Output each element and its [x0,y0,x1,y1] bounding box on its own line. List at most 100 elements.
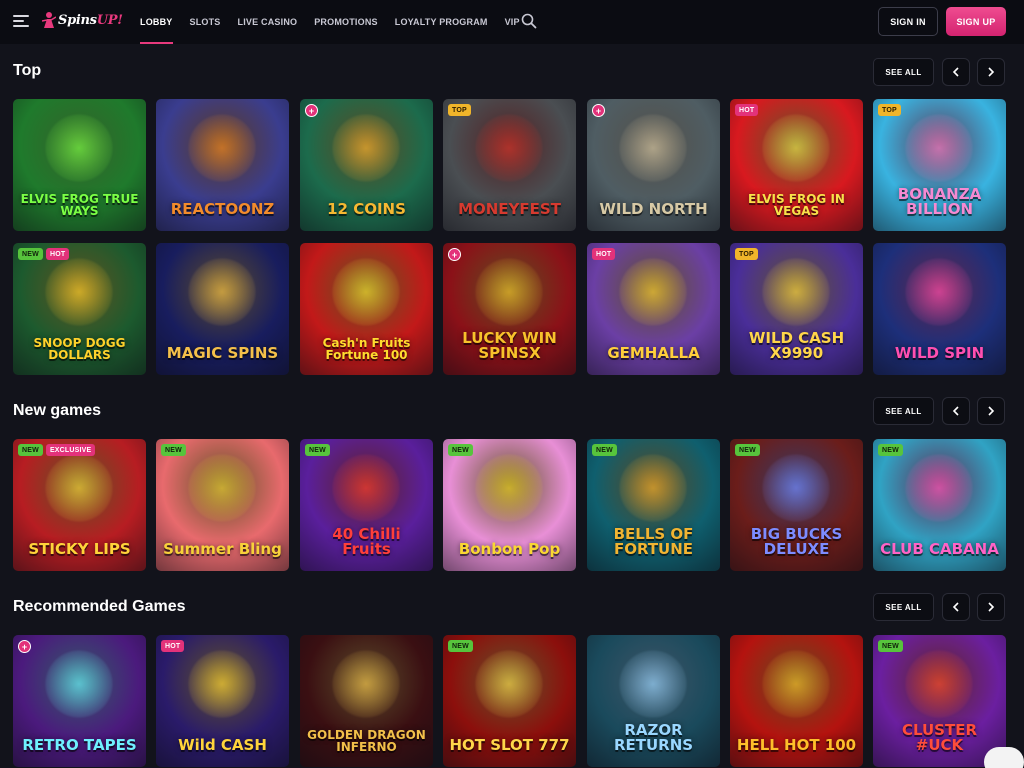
game-title: Cash'n Fruits Fortune 100 [322,336,411,362]
game-title: SNOOP DOGG DOLLARS [33,336,126,362]
game-tile-sticky-lips[interactable]: STICKY LIPS NEW EXCLUSIVE [13,439,146,571]
game-title: BONANZA BILLION [897,185,982,218]
see-all-button-top[interactable]: SEE ALL [873,58,934,86]
badge-new: NEW [878,444,903,456]
game-tile-bonbon-pop[interactable]: Bonbon Pop NEW [443,439,576,571]
game-title: MAGIC SPINS [166,344,279,362]
badge-hot: HOT [592,248,616,260]
chevron-left-icon [952,406,959,416]
prev-arrow-new-games[interactable] [942,397,970,425]
game-artwork [187,649,257,719]
badge-group: HOT [592,248,616,260]
game-tile-cluster-uck[interactable]: CLUSTER #UCK NEW [873,635,1006,767]
nav-loyalty-program[interactable]: LOYALTY PROGRAM [395,0,488,44]
game-tile-wild-spin[interactable]: WILD SPIN [873,243,1006,375]
badge-group: NEW [878,444,903,456]
game-tile-lucky-win-spinsx[interactable]: LUCKY WIN SPINSX + [443,243,576,375]
game-artwork [44,257,114,327]
game-tile-big-bucks-deluxe[interactable]: BIG BUCKS DELUXE NEW [730,439,863,571]
plus-badge-icon: + [18,640,31,653]
logo-text-up: UP! [96,12,123,28]
game-artwork [331,257,401,327]
game-artwork [474,257,544,327]
game-tile-bells-of-fortune[interactable]: BELLS OF FORTUNE NEW [587,439,720,571]
game-tile-magic-spins[interactable]: MAGIC SPINS [156,243,289,375]
badge-new: NEW [18,444,43,456]
game-artwork [904,649,974,719]
game-tile-cash-n-fruits-fortune-100[interactable]: Cash'n Fruits Fortune 100 [300,243,433,375]
game-title: GOLDEN DRAGON INFERNO [307,728,426,754]
game-title: LUCKY WIN SPINSX [462,329,557,362]
game-tile-40-chilli-fruits[interactable]: 40 Chilli Fruits NEW [300,439,433,571]
game-tile-12-coins[interactable]: 12 COINS + [300,99,433,231]
game-title: RETRO TAPES [22,736,137,754]
game-title: ELVIS FROG TRUE WAYS [20,192,139,218]
search-icon[interactable] [521,13,537,29]
nav-lobby[interactable]: LOBBY [140,0,173,44]
badge-new: NEW [592,444,617,456]
section-title-new-games: New games [13,402,102,419]
top-header: SpinsUP! LOBBY SLOTS LIVE CASINO PROMOTI… [0,0,1024,44]
game-tile-bonanza-billion[interactable]: BONANZA BILLION TOP [873,99,1006,231]
game-tile-hot-slot-777[interactable]: HOT SLOT 777 NEW [443,635,576,767]
game-tile-summer-bling[interactable]: Summer Bling NEW [156,439,289,571]
game-tile-club-cabana[interactable]: CLUB CABANA NEW [873,439,1006,571]
game-artwork [618,257,688,327]
game-artwork [761,649,831,719]
game-title: GEMHALLA [607,344,700,362]
badge-hot: HOT [45,248,70,260]
game-tile-elvis-frog-true-ways[interactable]: ELVIS FROG TRUE WAYS [13,99,146,231]
see-all-button-recommended-games[interactable]: SEE ALL [873,593,934,621]
badge-group: NEW [448,444,473,456]
game-tile-retro-tapes[interactable]: RETRO TAPES + [13,635,146,767]
next-arrow-recommended-games[interactable] [977,593,1005,621]
prev-arrow-recommended-games[interactable] [942,593,970,621]
logo-figure-icon [41,11,57,29]
nav-live-casino[interactable]: LIVE CASINO [238,0,298,44]
nav-vip[interactable]: VIP [505,0,520,44]
game-title: REACTOONZ [170,200,275,218]
game-artwork [618,649,688,719]
section-title-recommended-games: Recommended Games [13,598,186,615]
nav-slots[interactable]: SLOTS [190,0,221,44]
badge-top: TOP [448,104,471,116]
plus-badge-icon: + [592,104,605,117]
game-title: 12 COINS [327,200,406,218]
badge-top: TOP [878,104,901,116]
game-artwork [474,113,544,183]
game-tile-snoop-dogg-dollars[interactable]: SNOOP DOGG DOLLARS NEW HOT [13,243,146,375]
badge-group: TOP [878,104,901,116]
game-tile-moneyfest[interactable]: MONEYFEST TOP [443,99,576,231]
badge-group: NEW [592,444,617,456]
sign-up-button[interactable]: SIGN UP [946,7,1006,36]
game-tile-wild-cash-x9990[interactable]: WILD CASH X9990 TOP [730,243,863,375]
game-title: HOT SLOT 777 [449,736,570,754]
game-tile-gemhalla[interactable]: GEMHALLA HOT [587,243,720,375]
game-tile-reactoonz[interactable]: REACTOONZ [156,99,289,231]
game-artwork [187,257,257,327]
hamburger-menu-icon[interactable] [13,15,29,28]
game-title: WILD CASH X9990 [748,329,845,362]
chevron-left-icon [952,67,959,77]
game-tile-razor-returns[interactable]: RAZOR RETURNS [587,635,720,767]
game-title: HELL HOT 100 [736,736,857,754]
game-artwork [904,453,974,523]
game-tile-golden-dragon-inferno[interactable]: GOLDEN DRAGON INFERNO [300,635,433,767]
badge-group: NEW [305,444,330,456]
game-tile-wild-cash[interactable]: Wild CASH HOT [156,635,289,767]
badge-new: NEW [161,444,186,456]
game-tile-wild-north[interactable]: WILD NORTH + [587,99,720,231]
see-all-button-new-games[interactable]: SEE ALL [873,397,934,425]
badge-group: NEW [878,640,903,652]
section-title-top: Top [13,62,42,79]
nav-promotions[interactable]: PROMOTIONS [314,0,378,44]
sign-in-button[interactable]: SIGN IN [878,7,938,36]
next-arrow-new-games[interactable] [977,397,1005,425]
next-arrow-top[interactable] [977,58,1005,86]
prev-arrow-top[interactable] [942,58,970,86]
game-tile-elvis-frog-in-vegas[interactable]: ELVIS FROG IN VEGAS HOT [730,99,863,231]
plus-badge-icon: + [448,248,461,261]
game-title: WILD NORTH [599,200,708,218]
spinsup-logo[interactable]: SpinsUP! [41,11,123,29]
game-tile-hell-hot-100[interactable]: HELL HOT 100 [730,635,863,767]
